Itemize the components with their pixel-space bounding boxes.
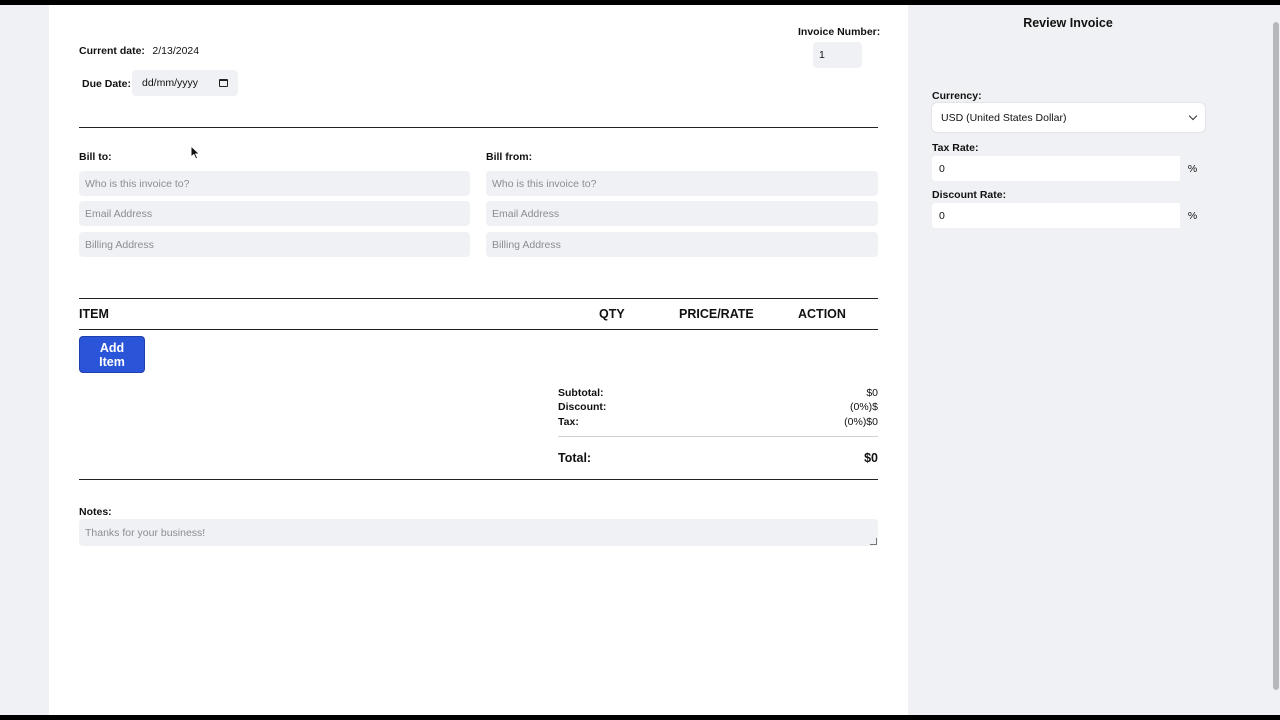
currency-selected-value: USD (United States Dollar) bbox=[941, 111, 1067, 124]
discount-rate-label: Discount Rate: bbox=[932, 189, 1007, 201]
currency-select[interactable]: USD (United States Dollar) bbox=[932, 103, 1205, 132]
tax-value: (0%)$0 bbox=[844, 416, 878, 428]
discount-rate-input[interactable] bbox=[932, 203, 1180, 228]
discount-label: Discount: bbox=[558, 401, 607, 413]
column-header-item: ITEM bbox=[79, 307, 109, 321]
bottom-frame-bar bbox=[0, 715, 1280, 720]
bill-from-email-input[interactable] bbox=[486, 201, 878, 226]
tax-rate-percent: % bbox=[1180, 156, 1205, 181]
page-scrollbar-thumb[interactable] bbox=[1273, 22, 1279, 690]
totals-divider bbox=[558, 436, 878, 437]
column-header-action: ACTION bbox=[798, 307, 846, 321]
due-date-placeholder: dd/mm/yyyy bbox=[142, 77, 199, 89]
subtotal-value: $0 bbox=[866, 387, 878, 399]
current-date-row: Current date: 2/13/2024 bbox=[79, 41, 199, 59]
header-divider bbox=[79, 127, 878, 128]
current-date-value: 2/13/2024 bbox=[152, 45, 200, 57]
bill-to-name-input[interactable] bbox=[79, 171, 470, 196]
invoice-form: Current date: 2/13/2024 Due Date: dd/mm/… bbox=[49, 5, 908, 715]
notes-textarea[interactable] bbox=[79, 519, 878, 546]
resize-grip-icon[interactable] bbox=[870, 538, 877, 545]
invoice-settings-sidebar: Review Invoice Currency: USD (United Sta… bbox=[918, 5, 1271, 715]
total-label: Total: bbox=[558, 451, 592, 465]
review-invoice-button[interactable]: Review Invoice bbox=[918, 16, 1218, 30]
total-value: $0 bbox=[864, 451, 878, 465]
bill-from-name-input[interactable] bbox=[486, 171, 878, 196]
add-item-button[interactable]: Add Item bbox=[79, 336, 145, 373]
bill-to-email-input[interactable] bbox=[79, 201, 470, 226]
tax-label: Tax: bbox=[558, 416, 579, 428]
totals-bottom-divider bbox=[79, 479, 878, 480]
bill-to-address-input[interactable] bbox=[79, 232, 470, 257]
table-top-divider bbox=[79, 298, 878, 299]
discount-value: (0%)$ bbox=[849, 401, 878, 413]
tax-rate-input[interactable] bbox=[932, 156, 1180, 181]
subtotal-label: Subtotal: bbox=[558, 387, 604, 399]
due-date-input[interactable]: dd/mm/yyyy bbox=[132, 70, 238, 96]
bill-from-label: Bill from: bbox=[486, 151, 533, 163]
invoice-number-label: Invoice Number: bbox=[798, 26, 881, 38]
currency-label: Currency: bbox=[932, 90, 982, 102]
due-date-label: Due Date: bbox=[82, 78, 132, 90]
column-header-qty: QTY bbox=[599, 307, 625, 321]
discount-rate-percent: % bbox=[1180, 203, 1205, 228]
notes-label: Notes: bbox=[79, 506, 112, 518]
chevron-down-icon bbox=[1188, 111, 1198, 121]
current-date-label: Current date: bbox=[79, 45, 145, 57]
column-header-price: PRICE/RATE bbox=[679, 307, 754, 321]
invoice-number-input[interactable] bbox=[813, 42, 862, 68]
bill-from-address-input[interactable] bbox=[486, 232, 878, 257]
bill-to-label: Bill to: bbox=[79, 151, 112, 163]
table-header-divider bbox=[79, 329, 878, 330]
mouse-pointer-icon bbox=[190, 145, 201, 160]
calendar-icon[interactable] bbox=[219, 79, 228, 87]
tax-rate-label: Tax Rate: bbox=[932, 142, 979, 154]
